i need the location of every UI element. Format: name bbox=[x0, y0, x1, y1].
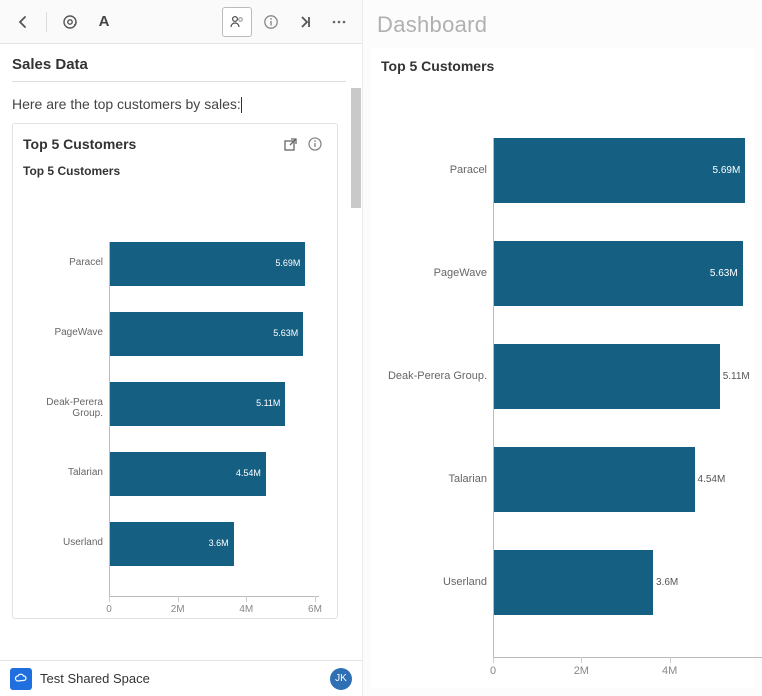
bar[interactable] bbox=[494, 344, 720, 409]
value-label: 5.11M bbox=[723, 371, 762, 382]
share-icon[interactable] bbox=[279, 132, 303, 156]
skip-end-button[interactable] bbox=[290, 7, 320, 37]
value-label: 5.63M bbox=[262, 328, 298, 338]
x-tick: 0 bbox=[94, 604, 124, 615]
value-label: 4.54M bbox=[225, 468, 261, 478]
category-label: Talarian bbox=[23, 467, 103, 478]
x-tick: 2M bbox=[163, 604, 193, 615]
category-label: Deak-Perera Group. bbox=[23, 397, 103, 419]
value-label: 5.69M bbox=[264, 258, 300, 268]
bar[interactable] bbox=[494, 550, 653, 615]
dashboard-card: Top 5 Customers Paracel 5.69M PageWave 5.63… bbox=[371, 48, 754, 688]
value-label: 3.6M bbox=[656, 577, 696, 588]
category-label: Paracel bbox=[23, 257, 103, 268]
editor-toolbar: A bbox=[0, 0, 362, 44]
mention-button[interactable] bbox=[55, 7, 85, 37]
dashboard-title: Dashboard bbox=[363, 0, 762, 40]
text-format-button[interactable]: A bbox=[89, 7, 119, 37]
info-icon[interactable] bbox=[303, 132, 327, 156]
category-label: PageWave bbox=[381, 267, 487, 279]
chart-large: Paracel 5.69M PageWave 5.63M Deak-Perera Gro… bbox=[381, 78, 754, 688]
editor-pane: Sales Data Here are the top customers by… bbox=[0, 44, 350, 660]
chart-subtitle: Top 5 Customers bbox=[23, 164, 327, 178]
chart-card: Top 5 Customers Top 5 Customers Paracel 5… bbox=[12, 123, 338, 619]
category-label: PageWave bbox=[23, 327, 103, 338]
cloud-icon[interactable] bbox=[10, 668, 32, 690]
document-title[interactable]: Sales Data bbox=[12, 56, 346, 73]
x-tick: 2M bbox=[566, 665, 596, 677]
scrollbar-track[interactable] bbox=[350, 88, 362, 628]
category-label: Talarian bbox=[381, 473, 487, 485]
chart-small: Paracel 5.69M PageWave 5.63M Deak-Perera Gro… bbox=[23, 182, 327, 612]
category-label: Userland bbox=[23, 537, 103, 548]
people-button[interactable] bbox=[222, 7, 252, 37]
avatar[interactable]: JK bbox=[330, 668, 352, 690]
value-label: 4.54M bbox=[698, 474, 738, 485]
dashboard-pane: Dashboard Top 5 Customers Paracel5.69MPa… bbox=[362, 0, 762, 696]
x-tick: 0 bbox=[478, 665, 508, 677]
footer: Test Shared Space JK bbox=[0, 660, 362, 696]
value-label: 5.69M bbox=[704, 165, 740, 176]
info-button[interactable] bbox=[256, 7, 286, 37]
category-label: Userland bbox=[381, 576, 487, 588]
scrollbar-thumb[interactable] bbox=[351, 88, 361, 208]
card-title: Top 5 Customers bbox=[23, 136, 279, 152]
value-label: 5.63M bbox=[702, 268, 738, 279]
x-tick: 4M bbox=[231, 604, 261, 615]
x-tick: 6M bbox=[300, 604, 330, 615]
document-body[interactable]: Here are the top customers by sales: bbox=[12, 96, 346, 113]
category-label: Deak-Perera Group. bbox=[381, 370, 487, 382]
bar[interactable] bbox=[494, 447, 695, 512]
category-label: Paracel bbox=[381, 164, 487, 176]
value-label: 3.6M bbox=[193, 538, 229, 548]
space-name[interactable]: Test Shared Space bbox=[40, 671, 150, 686]
separator bbox=[46, 12, 47, 32]
dashboard-card-title: Top 5 Customers bbox=[381, 58, 754, 74]
back-button[interactable] bbox=[8, 7, 38, 37]
x-tick: 4M bbox=[655, 665, 685, 677]
more-button[interactable] bbox=[324, 7, 354, 37]
value-label: 5.11M bbox=[244, 398, 280, 408]
